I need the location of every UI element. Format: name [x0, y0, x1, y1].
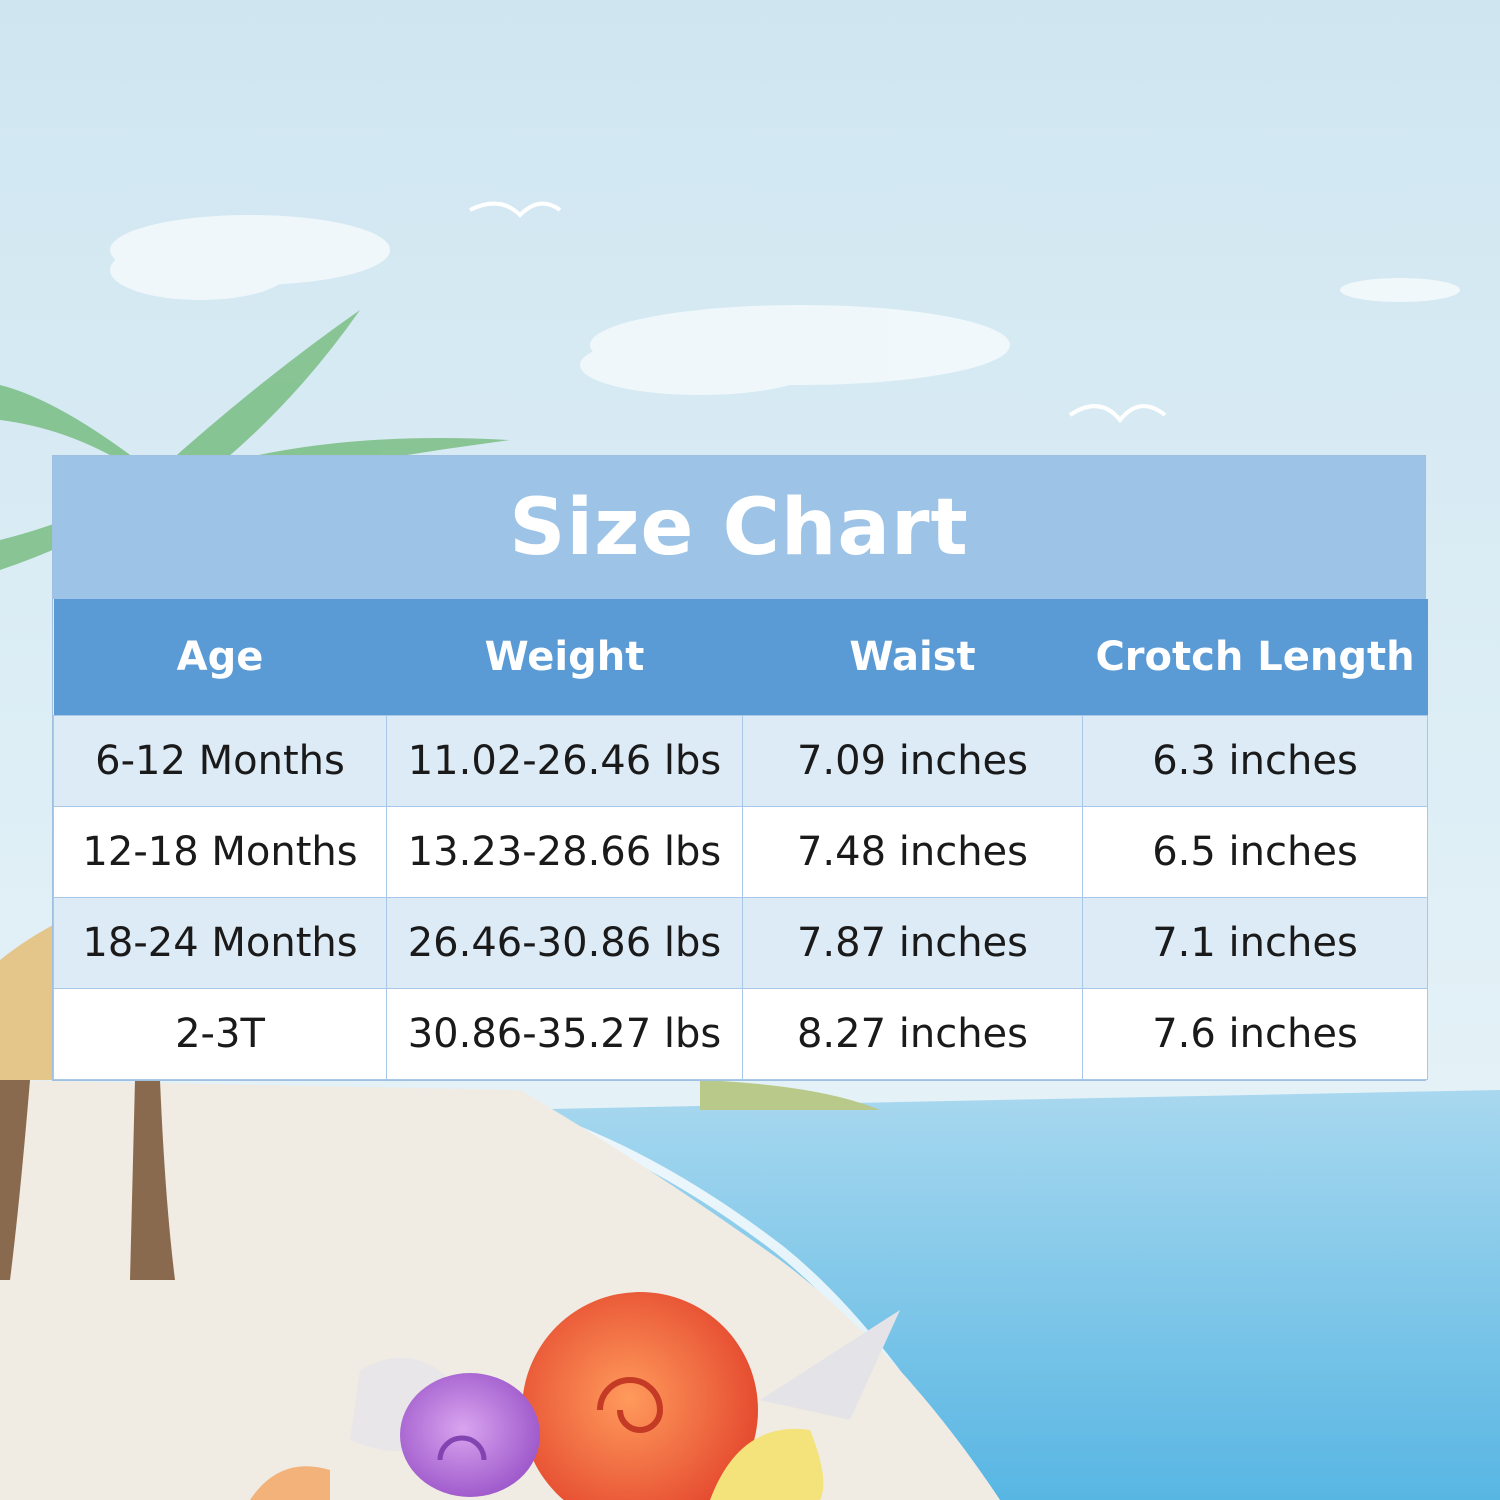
- waist-cell: 7.87 inches: [742, 897, 1083, 989]
- age-cell: 2-3T: [53, 988, 387, 1080]
- crotch-length-cell: 7.6 inches: [1082, 988, 1428, 1080]
- waist-cell: 7.09 inches: [742, 715, 1083, 807]
- age-cell: 6-12 Months: [53, 715, 387, 807]
- crotch-length-cell: 7.1 inches: [1082, 897, 1428, 989]
- size-table: Age Weight Waist Crotch Length 6-12 Mont…: [53, 599, 1428, 1080]
- age-cell: 12-18 Months: [53, 806, 387, 898]
- waist-cell: 7.48 inches: [742, 806, 1083, 898]
- table-row: 18-24 Months 26.46-30.86 lbs 7.87 inches…: [53, 897, 1428, 989]
- crotch-length-cell: 6.3 inches: [1082, 715, 1428, 807]
- weight-cell: 13.23-28.66 lbs: [386, 806, 743, 898]
- column-header-waist: Waist: [742, 599, 1083, 716]
- size-chart-table: Size Chart Age Weight Waist Crotch Lengt…: [52, 455, 1428, 1081]
- header-row: Age Weight Waist Crotch Length: [53, 599, 1428, 716]
- weight-cell: 11.02-26.46 lbs: [386, 715, 743, 807]
- chart-title: Size Chart: [53, 456, 1425, 599]
- weight-cell: 26.46-30.86 lbs: [386, 897, 743, 989]
- table-row: 6-12 Months 11.02-26.46 lbs 7.09 inches …: [53, 715, 1428, 807]
- column-header-age: Age: [53, 599, 387, 716]
- column-header-crotch-length: Crotch Length: [1082, 599, 1428, 716]
- weight-cell: 30.86-35.27 lbs: [386, 988, 743, 1080]
- table-row: 12-18 Months 13.23-28.66 lbs 7.48 inches…: [53, 806, 1428, 898]
- table-row: 2-3T 30.86-35.27 lbs 8.27 inches 7.6 inc…: [53, 988, 1428, 1080]
- column-header-weight: Weight: [386, 599, 743, 716]
- crotch-length-cell: 6.5 inches: [1082, 806, 1428, 898]
- age-cell: 18-24 Months: [53, 897, 387, 989]
- waist-cell: 8.27 inches: [742, 988, 1083, 1080]
